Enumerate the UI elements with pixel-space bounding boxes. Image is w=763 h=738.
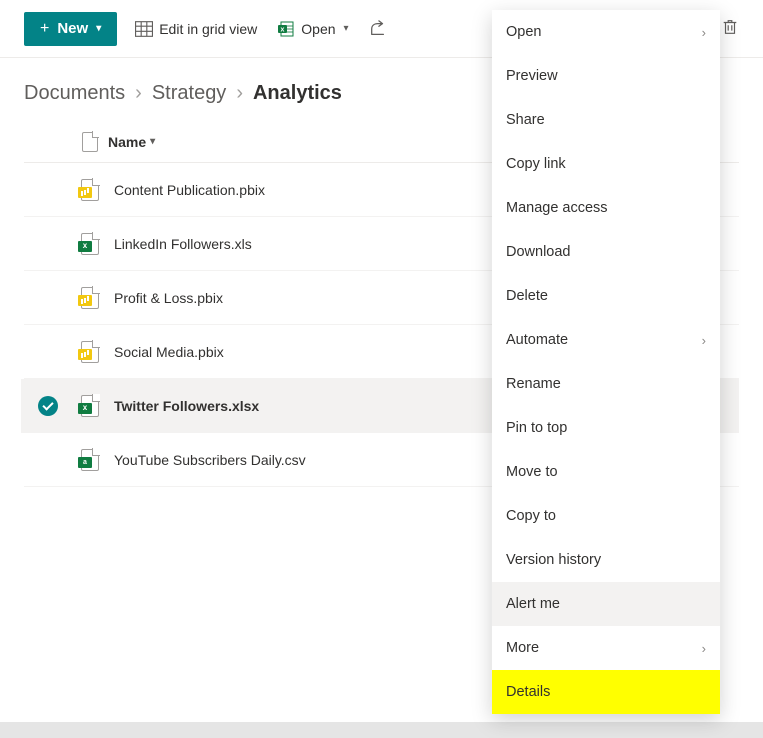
- chevron-right-icon: ›: [702, 333, 706, 348]
- menu-item-manage-access[interactable]: Manage access: [492, 186, 720, 230]
- chevron-down-icon: ▾: [150, 136, 155, 147]
- horizontal-scrollbar[interactable]: [0, 722, 763, 738]
- menu-item-label: Alert me: [506, 596, 560, 612]
- menu-item-label: Preview: [506, 68, 558, 84]
- edit-in-grid-label: Edit in grid view: [159, 21, 257, 37]
- delete-button[interactable]: [721, 18, 739, 39]
- menu-item-delete[interactable]: Delete: [492, 274, 720, 318]
- chevron-down-icon: ▾: [96, 23, 101, 34]
- chevron-down-icon: ▾: [344, 23, 349, 34]
- menu-item-label: Version history: [506, 552, 601, 568]
- menu-item-label: More: [506, 640, 539, 656]
- menu-item-version-history[interactable]: Version history: [492, 538, 720, 582]
- menu-item-label: Pin to top: [506, 420, 567, 436]
- menu-item-label: Manage access: [506, 200, 608, 216]
- chevron-right-icon: ›: [702, 25, 706, 40]
- menu-item-rename[interactable]: Rename: [492, 362, 720, 406]
- file-icon: [72, 341, 108, 363]
- grid-icon: [135, 20, 153, 38]
- menu-item-move-to[interactable]: Move to: [492, 450, 720, 494]
- file-icon: [72, 179, 108, 201]
- menu-item-download[interactable]: Download: [492, 230, 720, 274]
- new-button[interactable]: + New ▾: [24, 12, 117, 46]
- file-icon: [72, 287, 108, 309]
- excel-icon: x: [277, 20, 295, 38]
- context-menu: Open › Preview Share Copy link Manage access D…: [492, 10, 720, 714]
- checkmark-icon: [38, 396, 58, 416]
- menu-item-share[interactable]: Share: [492, 98, 720, 142]
- row-select[interactable]: [24, 396, 72, 416]
- edit-in-grid-button[interactable]: Edit in grid view: [133, 16, 259, 42]
- menu-item-automate[interactable]: Automate ›: [492, 318, 720, 362]
- chevron-right-icon: ›: [702, 641, 706, 656]
- menu-item-pin-to-top[interactable]: Pin to top: [492, 406, 720, 450]
- menu-item-preview[interactable]: Preview: [492, 54, 720, 98]
- menu-item-label: Automate: [506, 332, 568, 348]
- menu-item-label: Rename: [506, 376, 561, 392]
- menu-item-label: Move to: [506, 464, 558, 480]
- open-label: Open: [301, 21, 335, 37]
- file-type-column-header[interactable]: [72, 132, 108, 152]
- trash-icon: [721, 23, 739, 39]
- chevron-right-icon: ›: [236, 82, 243, 105]
- menu-item-label: Copy to: [506, 508, 556, 524]
- menu-item-label: Download: [506, 244, 571, 260]
- breadcrumb-current: Analytics: [253, 82, 342, 105]
- menu-item-details[interactable]: Details: [492, 670, 720, 714]
- file-icon: [72, 449, 108, 471]
- new-button-label: New: [57, 20, 88, 37]
- menu-item-more[interactable]: More ›: [492, 626, 720, 670]
- menu-item-label: Open: [506, 24, 541, 40]
- file-icon: [72, 233, 108, 255]
- share-button[interactable]: [367, 16, 389, 42]
- share-icon: [369, 20, 387, 38]
- menu-item-alert-me[interactable]: Alert me: [492, 582, 720, 626]
- menu-item-copy-link[interactable]: Copy link: [492, 142, 720, 186]
- menu-item-open[interactable]: Open ›: [492, 10, 720, 54]
- menu-item-copy-to[interactable]: Copy to: [492, 494, 720, 538]
- document-icon: [82, 132, 98, 152]
- breadcrumb-mid[interactable]: Strategy: [152, 82, 226, 105]
- chevron-right-icon: ›: [135, 82, 142, 105]
- file-icon: [72, 395, 108, 417]
- svg-text:x: x: [281, 26, 285, 33]
- menu-item-label: Delete: [506, 288, 548, 304]
- menu-item-label: Copy link: [506, 156, 566, 172]
- menu-item-label: Share: [506, 112, 545, 128]
- name-column-label: Name: [108, 134, 146, 150]
- breadcrumb-root[interactable]: Documents: [24, 82, 125, 105]
- plus-icon: +: [40, 20, 49, 38]
- menu-item-label: Details: [506, 684, 550, 700]
- open-button[interactable]: x Open ▾: [275, 16, 350, 42]
